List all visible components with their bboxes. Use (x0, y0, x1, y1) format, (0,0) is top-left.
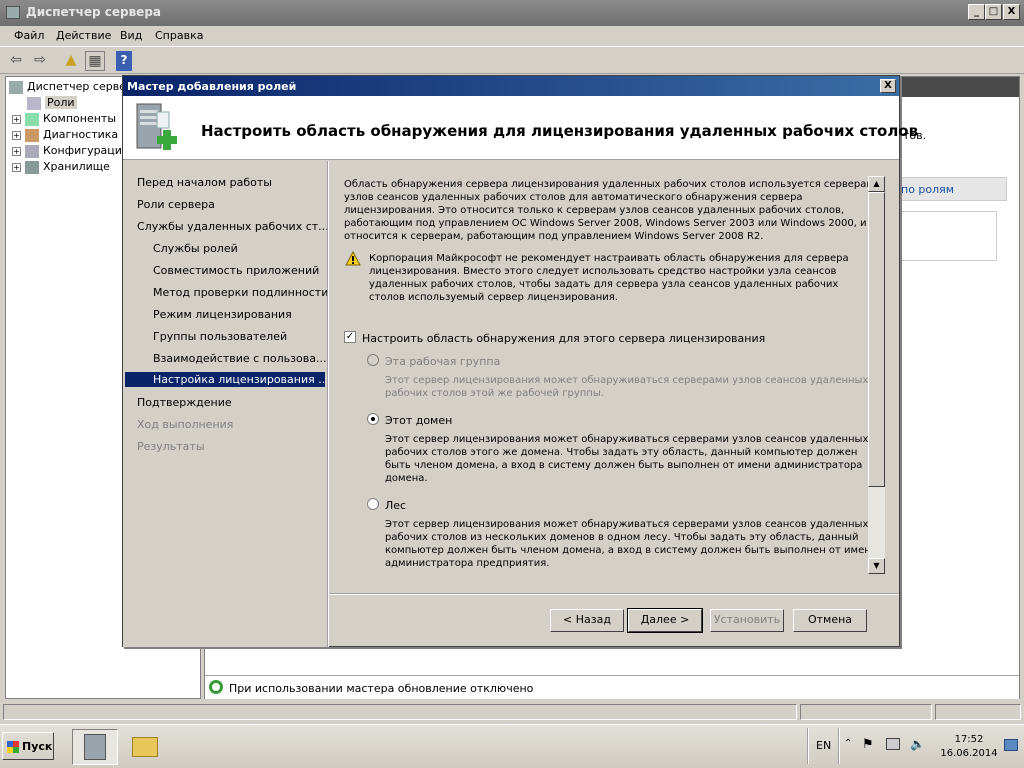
show-hidden-icons-icon[interactable]: ⌃ (844, 738, 852, 749)
server-manager-icon (84, 734, 106, 760)
expand-icon[interactable]: + (12, 162, 21, 172)
step-user-experience[interactable]: Взаимодействие с пользова... (153, 352, 326, 365)
workgroup-label: Эта рабочая группа (385, 355, 501, 368)
taskbar-server-manager[interactable] (72, 729, 118, 765)
windows-logo-icon (7, 741, 19, 753)
cancel-button[interactable]: Отмена (793, 609, 867, 632)
menu-help[interactable]: Справка (155, 29, 203, 42)
start-button[interactable]: Пуск (2, 732, 54, 760)
tree-item-roles[interactable]: Роли (27, 96, 77, 110)
maximize-button[interactable]: □ (985, 4, 1002, 20)
step-confirmation[interactable]: Подтверждение (137, 396, 232, 409)
features-icon (25, 112, 39, 126)
domain-desc: Этот сервер лицензирования может обнаруж… (385, 434, 869, 484)
configure-discovery-label: Настроить область обнаружения для этого … (362, 332, 766, 345)
configure-discovery-checkbox[interactable]: ✓ (344, 331, 356, 343)
install-button: Установить (710, 609, 784, 632)
menu-view[interactable]: Вид (120, 29, 142, 42)
next-button[interactable]: Далее > (627, 608, 703, 633)
menu-file[interactable]: Файл (14, 29, 44, 42)
warning-icon (345, 251, 361, 266)
wizard-title: Мастер добавления ролей (123, 76, 899, 96)
folder-icon (132, 737, 158, 757)
step-results: Результаты (137, 440, 205, 453)
status-strip: При использовании мастера обновление отк… (205, 675, 1019, 699)
step-user-groups[interactable]: Группы пользователей (153, 330, 287, 343)
tree-root[interactable]: Диспетчер сервер (9, 80, 133, 94)
tree-item-storage[interactable]: + Хранилище (12, 160, 110, 174)
show-desktop-icon[interactable] (1004, 739, 1018, 751)
warning-text: Корпорация Майкрософт не рекомендует нас… (369, 253, 849, 303)
step-authentication[interactable]: Метод проверки подлинности (153, 286, 328, 299)
forward-arrow-icon[interactable]: ⇨ (30, 51, 50, 71)
tree-item-configuration[interactable]: + Конфигурация (12, 144, 129, 158)
roles-link[interactable]: по ролям (901, 183, 954, 196)
wizard-heading: Настроить область обнаружения для лиценз… (201, 122, 919, 140)
tree-item-features[interactable]: + Компоненты (12, 112, 116, 126)
status-text: При использовании мастера обновление отк… (229, 682, 534, 695)
help-icon[interactable]: ? (116, 51, 132, 71)
storage-icon (25, 160, 39, 174)
add-roles-wizard: Мастер добавления ролей X Настроить обла… (122, 75, 918, 647)
minimize-button[interactable]: _ (968, 4, 985, 20)
forest-label: Лес (385, 499, 407, 512)
intro-text: Область обнаружения сервера лицензирован… (344, 179, 883, 242)
tree-item-diagnostics[interactable]: + Диагностика (12, 128, 118, 142)
step-licensing-mode[interactable]: Режим лицензирования (153, 308, 292, 321)
scroll-thumb[interactable] (868, 192, 885, 487)
wizard-steps: Перед началом работы Роли сервера Службы… (123, 161, 329, 647)
step-licensing-config[interactable]: Настройка лицензирования ... (125, 372, 329, 387)
wizard-header: Настроить область обнаружения для лиценз… (123, 96, 918, 160)
step-role-services[interactable]: Службы ролей (153, 242, 238, 255)
diagnostics-icon (25, 128, 39, 142)
step-app-compatibility[interactable]: Совместимость приложений (153, 264, 319, 277)
toolbar: ⇦ ⇨ ▲ ▦ ? (0, 46, 1024, 74)
window-title: Диспетчер сервера (0, 0, 1024, 26)
expand-icon[interactable]: + (12, 114, 21, 124)
roles-icon (27, 96, 41, 110)
step-server-roles[interactable]: Роли сервера (137, 198, 215, 211)
step-rds[interactable]: Службы удаленных рабочих ст... (137, 220, 329, 233)
action-center-flag-icon[interactable]: ⚑ (862, 737, 874, 752)
expand-icon[interactable]: + (12, 146, 21, 156)
add-role-server-icon (136, 103, 177, 150)
domain-label: Этот домен (385, 414, 453, 427)
wizard-content: Область обнаружения сервера лицензирован… (329, 161, 899, 591)
status-bar (0, 702, 1024, 722)
clock-time: 17:52 (954, 734, 984, 745)
content-scrollbar[interactable]: ▲ ▼ (868, 176, 885, 574)
back-arrow-icon[interactable]: ⇦ (6, 51, 26, 71)
forest-radio[interactable] (367, 498, 379, 510)
up-folder-icon[interactable]: ▲ (61, 51, 81, 71)
domain-radio[interactable] (367, 413, 379, 425)
wizard-close-button[interactable]: X (880, 79, 896, 93)
forest-desc: Этот сервер лицензирования может обнаруж… (385, 519, 878, 569)
workgroup-radio[interactable] (367, 354, 379, 366)
scroll-down-icon[interactable]: ▼ (868, 558, 885, 574)
refresh-icon[interactable] (209, 680, 223, 694)
clock-date: 16.06.2014 (940, 748, 998, 759)
clock[interactable]: 17:52 16.06.2014 (940, 733, 998, 761)
taskbar-explorer[interactable] (130, 733, 160, 761)
language-indicator[interactable]: EN (816, 739, 831, 752)
menu-bar: Файл Действие Вид Справка (0, 26, 1024, 46)
menu-action[interactable]: Действие (56, 29, 111, 42)
close-button[interactable]: X (1003, 4, 1020, 20)
step-before-you-begin[interactable]: Перед началом работы (137, 176, 272, 189)
step-progress: Ход выполнения (137, 418, 234, 431)
network-icon[interactable] (886, 738, 900, 750)
configuration-icon (25, 144, 39, 158)
expand-icon[interactable]: + (12, 130, 21, 140)
app-icon (6, 6, 20, 19)
back-button[interactable]: < Назад (550, 609, 624, 632)
volume-muted-icon[interactable]: 🔈 (910, 737, 925, 751)
console-tree-icon[interactable]: ▦ (85, 51, 105, 71)
scroll-up-icon[interactable]: ▲ (868, 176, 885, 192)
server-icon (9, 80, 23, 94)
workgroup-desc: Этот сервер лицензирования может обнаруж… (385, 375, 869, 399)
